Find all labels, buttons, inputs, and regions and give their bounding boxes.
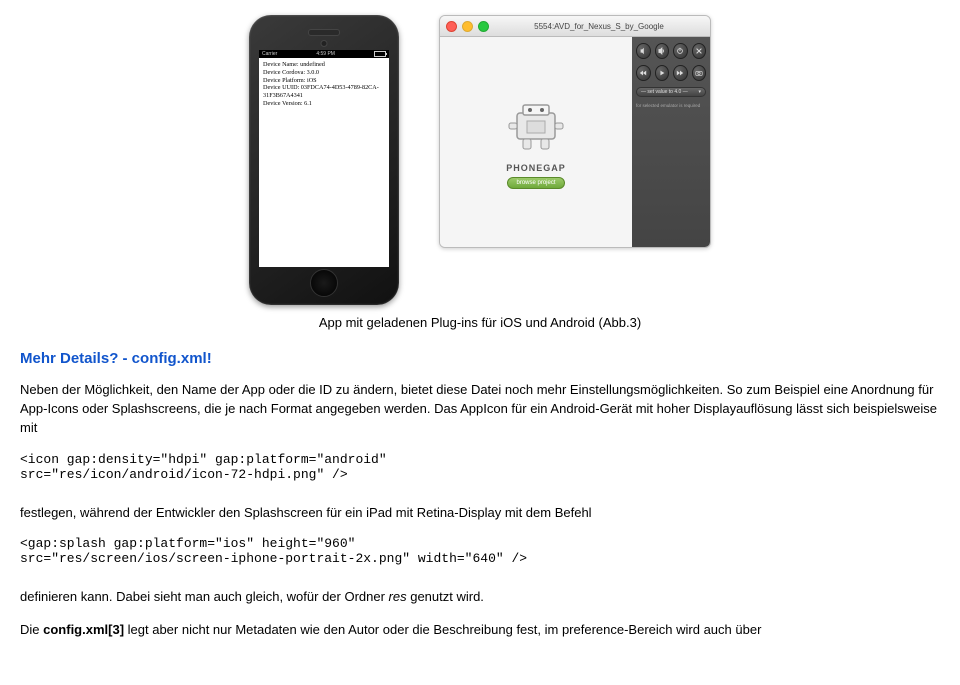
emulator-titlebar: 5554:AVD_for_Nexus_S_by_Google (440, 16, 710, 37)
close-icon (692, 43, 707, 59)
emulator-body: PHONEGAP browse project (440, 37, 710, 247)
paragraph-2: festlegen, während der Entwickler den Sp… (20, 504, 940, 523)
device-line: Device UUID: 03FDCA74-4D53-4789-82CA-31F… (263, 84, 385, 100)
p4-bold: config.xml[3] (43, 622, 124, 637)
android-emulator-window: 5554:AVD_for_Nexus_S_by_Google (439, 15, 711, 248)
browse-project-button: browse project (507, 177, 564, 189)
power-icon (673, 43, 688, 59)
p3-post: genutzt wird. (407, 589, 484, 604)
phone-camera (321, 40, 328, 47)
phone-content: Device Name: undefined Device Cordova: 3… (259, 58, 389, 111)
status-carrier: Carrier (262, 51, 277, 58)
device-line: Device Name: undefined (263, 61, 385, 69)
phonegap-label: PHONEGAP (506, 163, 566, 173)
zoom-icon (478, 21, 489, 32)
phone-speaker (308, 29, 340, 36)
p3-italic: res (389, 589, 407, 604)
section-heading: Mehr Details? - config.xml! (20, 350, 940, 367)
combo-text: — set value to 4.0 — (641, 89, 688, 95)
emulator-main: PHONEGAP browse project (440, 37, 632, 247)
phone-statusbar: Carrier 4:59 PM (259, 50, 389, 58)
volume-down-icon (636, 43, 651, 59)
device-line: Device Version: 6.1 (263, 100, 385, 108)
phone-screen: Carrier 4:59 PM Device Name: undefined D… (259, 50, 389, 267)
p4-post: legt aber nicht nur Metadaten wie den Au… (124, 622, 761, 637)
emulator-sidepanel: — set value to 4.0 — ▾ for selected emul… (632, 37, 710, 247)
p3-pre: definieren kann. Dabei sieht man auch gl… (20, 589, 389, 604)
minimize-icon (462, 21, 473, 32)
device-line: Device Cordova: 3.0.0 (263, 69, 385, 77)
iphone-mockup: Carrier 4:59 PM Device Name: undefined D… (249, 15, 399, 305)
p4-pre: Die (20, 622, 43, 637)
phonegap-robot-icon (501, 95, 571, 155)
dpad-value-combo: — set value to 4.0 — ▾ (636, 87, 706, 97)
volume-up-icon (655, 43, 670, 59)
play-icon (655, 65, 670, 81)
paragraph-4: Die config.xml[3] legt aber nicht nur Me… (20, 621, 940, 640)
paragraph-3: definieren kann. Dabei sieht man auch gl… (20, 588, 940, 607)
code-block-2: <gap:splash gap:platform="ios" height="9… (20, 536, 940, 566)
close-icon (446, 21, 457, 32)
figure-caption: App mit geladenen Plug-ins für iOS und A… (20, 315, 940, 330)
rewind-icon (636, 65, 651, 81)
window-title: 5554:AVD_for_Nexus_S_by_Google (494, 22, 704, 31)
chevron-down-icon: ▾ (698, 89, 701, 95)
paragraph-1: Neben der Möglichkeit, den Name der App … (20, 381, 940, 438)
home-button-icon (310, 269, 338, 297)
code-block-1: <icon gap:density="hdpi" gap:platform="a… (20, 452, 940, 482)
camera-icon (692, 65, 707, 81)
status-time: 4:59 PM (316, 51, 335, 58)
figures-row: Carrier 4:59 PM Device Name: undefined D… (20, 10, 940, 305)
forward-icon (673, 65, 688, 81)
battery-icon (374, 51, 386, 57)
device-line: Device Platform: iOS (263, 77, 385, 85)
side-note: for selected emulator is required (636, 103, 706, 108)
